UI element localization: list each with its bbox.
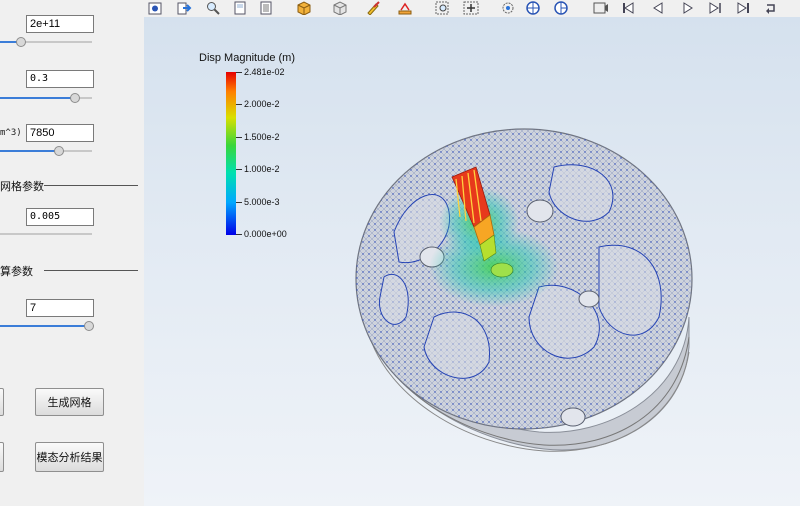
page-icon[interactable] (231, 0, 249, 16)
section-divider (44, 185, 138, 186)
mode-count-field[interactable]: 7 (26, 299, 94, 317)
youngs-modulus-field[interactable]: 2e+11 (26, 15, 94, 33)
zoom-icon[interactable] (204, 0, 222, 16)
partial-button[interactable] (0, 442, 4, 472)
density-unit-label: m^3) (0, 128, 22, 138)
section-divider (44, 270, 138, 271)
play-icon[interactable] (679, 0, 697, 16)
mesh-model[interactable] (144, 17, 800, 506)
next-frame-icon[interactable] (706, 0, 724, 16)
slider-fill (0, 97, 75, 99)
rotate-icon[interactable] (499, 0, 517, 16)
camera-icon[interactable] (146, 0, 164, 16)
density-slider[interactable] (0, 145, 92, 157)
partial-button[interactable] (0, 388, 4, 416)
modal-result-button[interactable]: 模态分析结果 (35, 442, 104, 472)
ruler-icon[interactable] (396, 0, 414, 16)
mesh-size-slider[interactable] (0, 228, 92, 240)
export-icon[interactable] (176, 0, 194, 16)
fit-icon[interactable] (462, 0, 480, 16)
poisson-ratio-slider[interactable] (0, 92, 92, 104)
mesh-parameters-heading: 网格参数 (0, 180, 44, 193)
slider-handle[interactable] (70, 93, 80, 103)
cube-edit-icon[interactable] (295, 0, 313, 16)
globe-icon[interactable] (524, 0, 542, 16)
film-icon[interactable] (592, 0, 610, 16)
first-frame-icon[interactable] (619, 0, 637, 16)
page-icon[interactable] (257, 0, 275, 16)
slider-fill (0, 150, 59, 152)
slider-fill (0, 325, 89, 327)
pencil-icon[interactable] (364, 0, 382, 16)
parameter-panel: 2e+11 0.3 m^3) 7850 网格参数 0.005 算参数 7 生成网… (0, 0, 144, 506)
render-view[interactable]: Disp Magnitude (m) 2.481e-02 2.000e-2 1.… (144, 17, 800, 506)
toolbar (144, 0, 800, 17)
slider-handle[interactable] (54, 146, 64, 156)
slider-track (0, 233, 92, 235)
mesh-size-field[interactable]: 0.005 (26, 208, 94, 226)
youngs-modulus-slider[interactable] (0, 36, 92, 48)
zoom-box-icon[interactable] (434, 0, 452, 16)
cube-icon[interactable] (331, 0, 349, 16)
poisson-ratio-field[interactable]: 0.3 (26, 70, 94, 88)
prev-frame-icon[interactable] (649, 0, 667, 16)
slider-handle[interactable] (84, 321, 94, 331)
generate-mesh-button[interactable]: 生成网格 (35, 388, 104, 416)
slider-handle[interactable] (16, 37, 26, 47)
loop-icon[interactable] (762, 0, 780, 16)
globe-icon[interactable] (552, 0, 570, 16)
density-field[interactable]: 7850 (26, 124, 94, 142)
mode-count-slider[interactable] (0, 320, 94, 332)
solver-parameters-heading: 算参数 (0, 265, 33, 278)
last-frame-icon[interactable] (734, 0, 752, 16)
